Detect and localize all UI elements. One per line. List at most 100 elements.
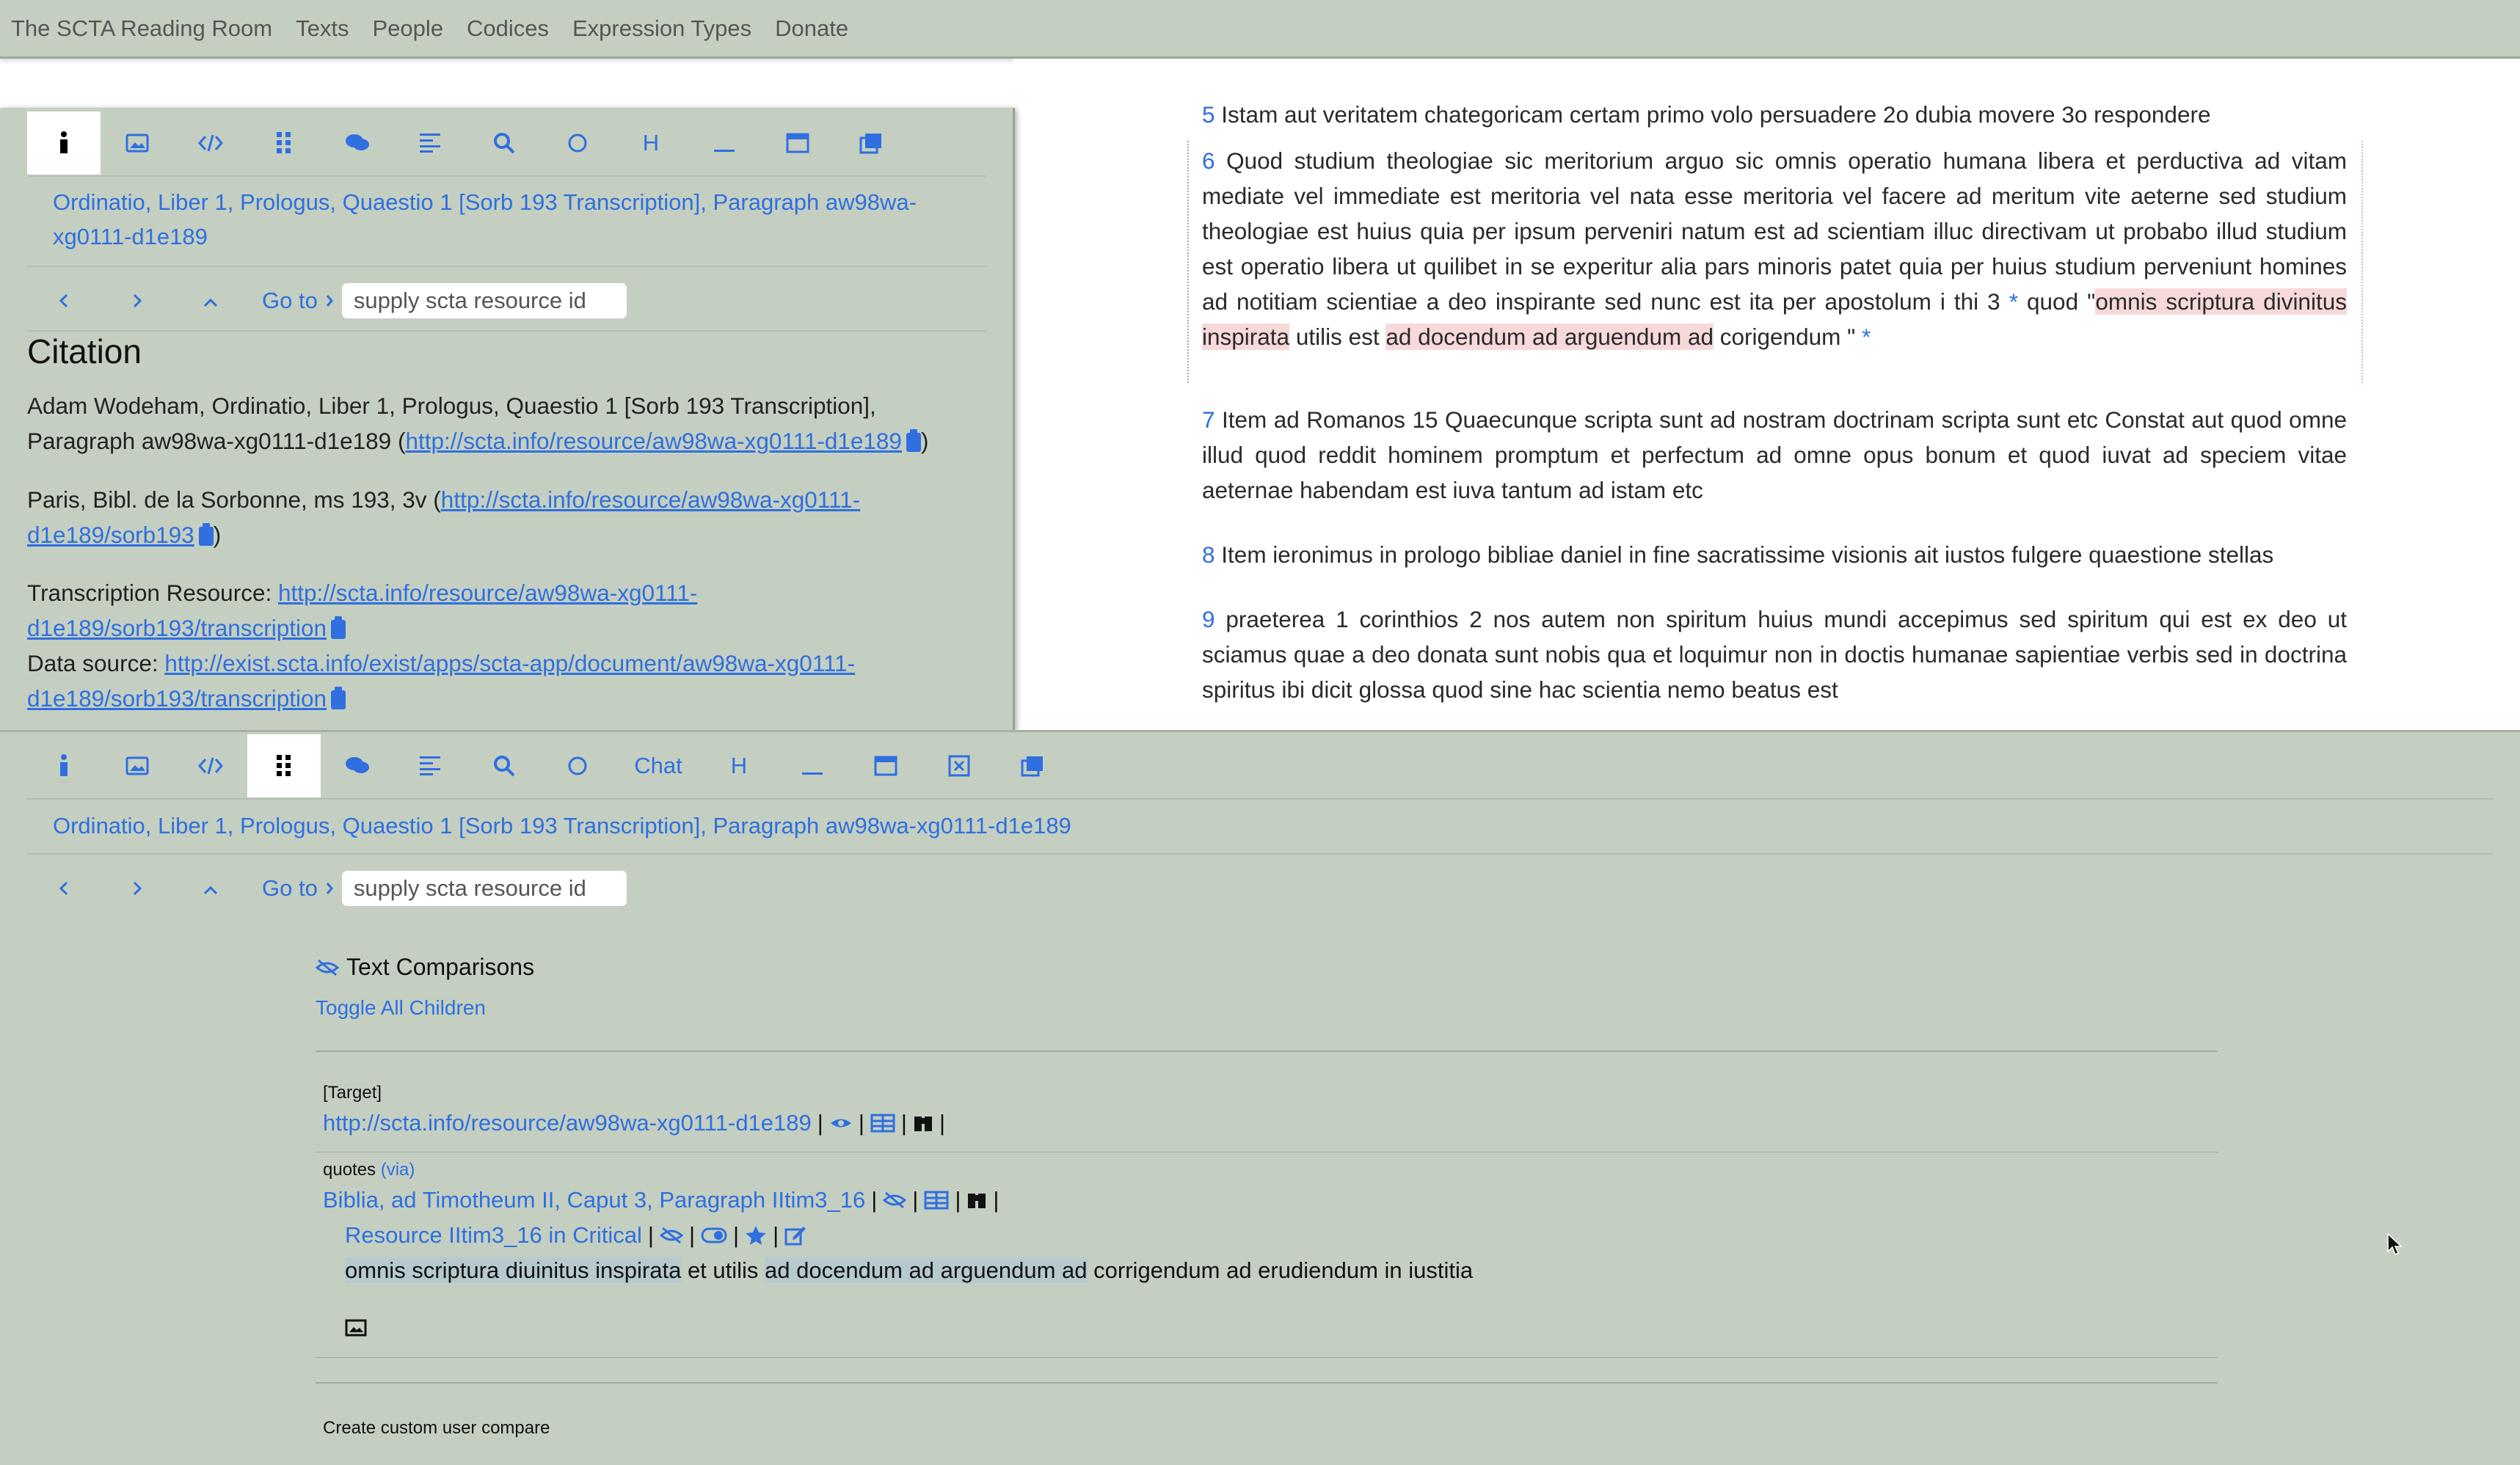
paragraph-text: utilis est [1295, 324, 1380, 350]
paragraph-number[interactable]: 6 [1202, 147, 1215, 174]
paragraph-number[interactable]: 8 [1202, 541, 1215, 568]
nav-expression-types[interactable]: Expression Types [572, 15, 751, 42]
code-icon[interactable] [174, 112, 247, 175]
info-icon[interactable] [27, 734, 101, 797]
clipboard-icon[interactable] [331, 616, 346, 639]
table-icon[interactable] [870, 1114, 895, 1133]
code-icon[interactable] [174, 734, 247, 797]
nav-row: Go to supply scta resource id [27, 282, 627, 319]
citation-link[interactable]: http://scta.info/resource/aw98wa-xg0111-… [405, 428, 902, 454]
close-window-icon[interactable] [922, 734, 996, 797]
paragraph-text: praeterea 1 corinthios 2 nos autem non s… [1202, 606, 2347, 703]
binoculars-icon[interactable] [913, 1114, 933, 1133]
toggle-icon[interactable] [701, 1227, 727, 1243]
via-link[interactable]: (via) [381, 1160, 415, 1180]
comparison-panel: Chat H Ordinatio, Liber 1, Prologus, Qua… [0, 730, 2520, 1465]
chevron-right-icon[interactable] [101, 875, 174, 902]
heading-icon[interactable]: H [702, 734, 776, 797]
paren: ) [213, 522, 222, 548]
paragraph-number[interactable]: 9 [1202, 606, 1215, 632]
circle-icon[interactable] [541, 112, 614, 175]
window-icon[interactable] [849, 734, 922, 797]
panel-toolbar: H [27, 112, 908, 175]
divider [27, 266, 986, 267]
nav-brand[interactable]: The SCTA Reading Room [11, 15, 272, 42]
transcription-resource: Transcription Resource: http://scta.info… [27, 575, 798, 646]
note-marker[interactable]: * [1862, 324, 1871, 350]
star-icon[interactable] [745, 1225, 767, 1246]
toggle-all-children-link[interactable]: Toggle All Children [316, 996, 486, 1020]
separator: | [773, 1222, 779, 1248]
nav-texts[interactable]: Texts [296, 15, 349, 42]
binoculars-icon[interactable] [966, 1191, 987, 1210]
comments-icon[interactable] [321, 112, 394, 175]
paragraph-text: quod [2027, 288, 2079, 315]
note-marker[interactable]: * [2009, 288, 2018, 315]
source-link[interactable]: Biblia, ad Timotheum II, Caput 3, Paragr… [323, 1187, 865, 1213]
chevron-up-icon[interactable] [174, 288, 247, 314]
paragraph-text: Item ad Romanos 15 Quaecunque scripta su… [1202, 406, 2347, 503]
separator: | [817, 1110, 823, 1136]
chevron-left-icon[interactable] [27, 875, 101, 902]
minimize-icon[interactable] [688, 112, 761, 175]
nav-donate[interactable]: Donate [775, 15, 848, 42]
search-icon[interactable] [467, 112, 541, 175]
quote-highlight[interactable]: ad docendum ad arguendum ad [1385, 324, 1714, 350]
reading-text-area: 5 Istam aut veritatem chategoricam certa… [1013, 59, 2520, 730]
citation-heading: Citation [27, 332, 142, 370]
eye-slash-icon[interactable] [316, 959, 339, 976]
minimize-icon[interactable] [776, 734, 849, 797]
divider [27, 330, 986, 332]
clipboard-icon[interactable] [198, 523, 214, 546]
table-icon[interactable] [924, 1191, 949, 1210]
chevron-right-icon[interactable] [101, 288, 174, 314]
resource-title-link[interactable]: Ordinatio, Liber 1, Prologus, Quaestio 1… [53, 185, 977, 254]
separator: | [955, 1187, 961, 1213]
eye-slash-icon[interactable] [883, 1191, 907, 1209]
grid-dots-icon[interactable] [247, 734, 321, 797]
quote-text: omnis scriptura diuinitus inspirata et u… [345, 1257, 1473, 1284]
nav-codices[interactable]: Codices [467, 15, 549, 42]
nav-people[interactable]: People [372, 15, 443, 42]
resource-link[interactable]: Resource IItim3_16 in Critical [345, 1222, 642, 1249]
info-icon[interactable] [27, 112, 101, 175]
paragraph-7: 7 Item ad Romanos 15 Quaecunque scripta … [1202, 402, 2347, 508]
clone-icon[interactable] [834, 112, 908, 175]
heading-icon[interactable]: H [614, 112, 688, 175]
grid-dots-icon[interactable] [247, 112, 321, 175]
goto-label: Go to [262, 288, 318, 313]
eye-slash-icon[interactable] [659, 1227, 683, 1244]
clone-icon[interactable] [996, 734, 1069, 797]
chat-tab[interactable]: Chat [614, 734, 702, 797]
paragraph-number[interactable]: 5 [1202, 101, 1215, 128]
image-icon[interactable] [345, 1319, 367, 1340]
align-left-icon[interactable] [394, 734, 467, 797]
eye-icon[interactable] [829, 1115, 853, 1131]
target-link[interactable]: http://scta.info/resource/aw98wa-xg0111-… [323, 1110, 812, 1136]
info-panel: H Ordinatio, Liber 1, Prologus, Quaestio… [0, 108, 1015, 730]
clipboard-icon[interactable] [331, 687, 346, 709]
edit-icon[interactable] [784, 1225, 806, 1246]
clipboard-icon[interactable] [906, 429, 921, 452]
circle-icon[interactable] [541, 734, 614, 797]
align-left-icon[interactable] [394, 112, 467, 175]
image-icon[interactable] [101, 112, 174, 175]
comparisons-title: Text Comparisons [346, 954, 535, 980]
chevron-left-icon[interactable] [27, 288, 101, 314]
paragraph-number[interactable]: 7 [1202, 406, 1215, 433]
search-icon[interactable] [467, 734, 541, 797]
chevron-right-icon [326, 295, 333, 307]
goto-input[interactable]: supply scta resource id [341, 282, 627, 319]
goto-input[interactable]: supply scta resource id [341, 870, 627, 907]
comments-icon[interactable] [321, 734, 394, 797]
separator: | [993, 1187, 999, 1213]
paragraph-8: 8 Item ieronimus in prologo bibliae dani… [1202, 537, 2347, 572]
resource-title-link[interactable]: Ordinatio, Liber 1, Prologus, Quaestio 1… [53, 808, 1071, 843]
citation-text: Adam Wodeham, Ordinatio, Liber 1, Prolog… [27, 388, 981, 459]
quote-highlight[interactable]: ad docendum ad arguendum ad [765, 1257, 1088, 1283]
window-icon[interactable] [761, 112, 834, 175]
chevron-up-icon[interactable] [174, 875, 247, 902]
quote-highlight[interactable]: omnis scriptura diuinitus inspirata [345, 1257, 682, 1283]
create-compare-link[interactable]: Create custom user compare [323, 1418, 550, 1439]
image-icon[interactable] [101, 734, 174, 797]
